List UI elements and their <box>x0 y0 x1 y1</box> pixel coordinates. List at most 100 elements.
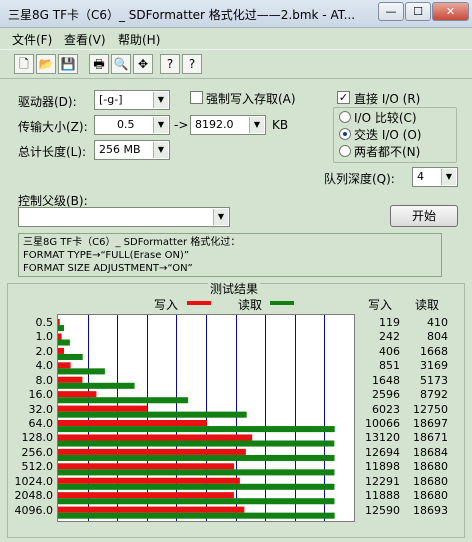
direct-io-label: 直接 I/O (R) <box>354 92 421 106</box>
read-bar <box>58 498 335 505</box>
toolbar: 🗋 📂 💾 🖶 🔍 ✥ ? ? <box>0 49 472 79</box>
read-value: 3169 <box>420 359 448 373</box>
write-value: 11898 <box>365 460 400 474</box>
queue-depth-select[interactable]: 4 ▼ <box>412 167 458 187</box>
transfer-from-select[interactable]: 0.5 ▼ <box>94 115 170 135</box>
menu-bar: 文件(F) 查看(V) 帮助(H) <box>0 28 472 48</box>
write-value: 851 <box>379 359 400 373</box>
y-tick-label: 2.0 <box>35 344 54 358</box>
write-value: 10066 <box>365 417 400 430</box>
io-compare-radio[interactable] <box>339 111 351 123</box>
y-tick-label: 16.0 <box>28 388 54 402</box>
write-bar <box>58 463 235 470</box>
write-bar <box>58 362 71 369</box>
results-title: 测试结果 <box>208 280 261 297</box>
open-icon[interactable]: 📂 <box>36 54 56 74</box>
overlap-io-label: 交迭 I/O (O) <box>354 128 422 142</box>
write-bar <box>58 477 240 484</box>
write-value: 12694 <box>365 445 400 459</box>
read-bar <box>58 426 335 433</box>
neither-label: 两者都不(N) <box>354 145 421 159</box>
start-button[interactable]: 开始 <box>390 205 458 227</box>
y-tick-label: 32.0 <box>28 402 54 416</box>
minimize-button[interactable]: — <box>378 2 404 21</box>
y-tick-label: 256.0 <box>21 445 54 459</box>
y-tick-label: 0.5 <box>35 316 54 329</box>
menu-help[interactable]: 帮助(H) <box>118 31 160 48</box>
write-bar <box>58 376 83 383</box>
write-bar <box>58 420 207 427</box>
y-tick-label: 128.0 <box>21 431 54 445</box>
print-icon[interactable]: 🖶 <box>89 54 109 74</box>
total-length-value: 256 MB <box>99 143 141 156</box>
y-tick-label: 4.0 <box>35 359 54 373</box>
maximize-button[interactable]: ☐ <box>405 2 431 21</box>
move-icon[interactable]: ✥ <box>133 54 153 74</box>
drive-value: [-g-] <box>99 93 123 106</box>
context-help-icon[interactable]: ? <box>182 54 202 74</box>
write-value: 406 <box>379 344 400 358</box>
write-bar <box>58 391 97 398</box>
y-tick-label: 1024.0 <box>14 474 54 488</box>
write-bar <box>58 448 246 455</box>
window-title: 三星8G TF卡（C6）_ SDFormatter 格式化过——2.bmk - … <box>8 8 356 22</box>
read-bar <box>58 368 105 375</box>
total-length-select[interactable]: 256 MB ▼ <box>94 140 170 160</box>
direct-io-checkbox[interactable]: ✓ <box>337 91 350 104</box>
write-value: 13120 <box>365 431 400 445</box>
legend-read-swatch <box>270 301 294 305</box>
description-line-1: 三星8G TF卡（C6）_ SDFormatter 格式化过： <box>23 237 241 248</box>
write-value: 242 <box>379 330 400 344</box>
close-button[interactable]: ✕ <box>432 2 469 21</box>
read-bar <box>58 454 335 461</box>
read-value: 5173 <box>420 373 448 387</box>
neither-radio[interactable] <box>339 145 351 157</box>
read-value: 12750 <box>413 402 448 416</box>
save-icon[interactable]: 💾 <box>58 54 78 74</box>
read-bar <box>58 339 70 346</box>
write-bar <box>58 506 245 513</box>
menu-view[interactable]: 查看(V) <box>64 31 106 48</box>
chevron-down-icon: ▼ <box>213 209 228 225</box>
read-bar <box>58 411 247 418</box>
overlap-io-radio[interactable] <box>339 128 351 140</box>
legend-read-label: 读取 <box>238 298 263 312</box>
write-value: 12291 <box>365 474 400 488</box>
force-write-checkbox[interactable] <box>190 91 203 104</box>
write-value: 12590 <box>365 503 400 517</box>
description-box[interactable]: 三星8G TF卡（C6）_ SDFormatter 格式化过： FORMAT T… <box>18 233 442 277</box>
results-chart <box>58 315 355 521</box>
title-bar: 三星8G TF卡（C6）_ SDFormatter 格式化过——2.bmk - … <box>0 0 472 28</box>
queue-depth-label: 队列深度(Q): <box>324 172 395 186</box>
queue-depth-value: 4 <box>417 170 424 183</box>
y-tick-label: 8.0 <box>35 373 54 387</box>
read-value: 18697 <box>413 417 448 430</box>
read-bar <box>58 512 335 519</box>
drive-select[interactable]: [-g-] ▼ <box>94 90 170 110</box>
read-bar <box>58 325 65 332</box>
app-window: 三星8G TF卡（C6）_ SDFormatter 格式化过——2.bmk - … <box>0 0 472 542</box>
chevron-down-icon: ▼ <box>249 117 264 133</box>
new-icon[interactable]: 🗋 <box>14 54 34 74</box>
chevron-down-icon: ▼ <box>153 117 168 133</box>
read-bar <box>58 353 83 360</box>
print-preview-icon[interactable]: 🔍 <box>111 54 131 74</box>
chevron-down-icon: ▼ <box>153 92 168 108</box>
read-bar <box>58 382 135 389</box>
write-bar <box>58 405 148 412</box>
menu-file[interactable]: 文件(F) <box>12 31 52 48</box>
legend-write-label: 写入 <box>154 298 179 312</box>
help-icon[interactable]: ? <box>160 54 180 74</box>
legend-write-swatch <box>187 301 211 305</box>
column-header-write: 写入 <box>368 298 393 312</box>
transfer-to-value: 8192.0 <box>195 118 234 131</box>
chevron-down-icon: ▼ <box>153 142 168 158</box>
transfer-unit: KB <box>272 118 289 132</box>
read-bar <box>58 440 335 447</box>
write-value: 119 <box>379 316 400 329</box>
chevron-down-icon: ▼ <box>441 169 456 185</box>
read-bar <box>58 483 335 490</box>
control-parent-select[interactable]: ▼ <box>18 207 230 227</box>
transfer-to-select[interactable]: 8192.0 ▼ <box>190 115 266 135</box>
write-value: 2596 <box>372 388 400 402</box>
